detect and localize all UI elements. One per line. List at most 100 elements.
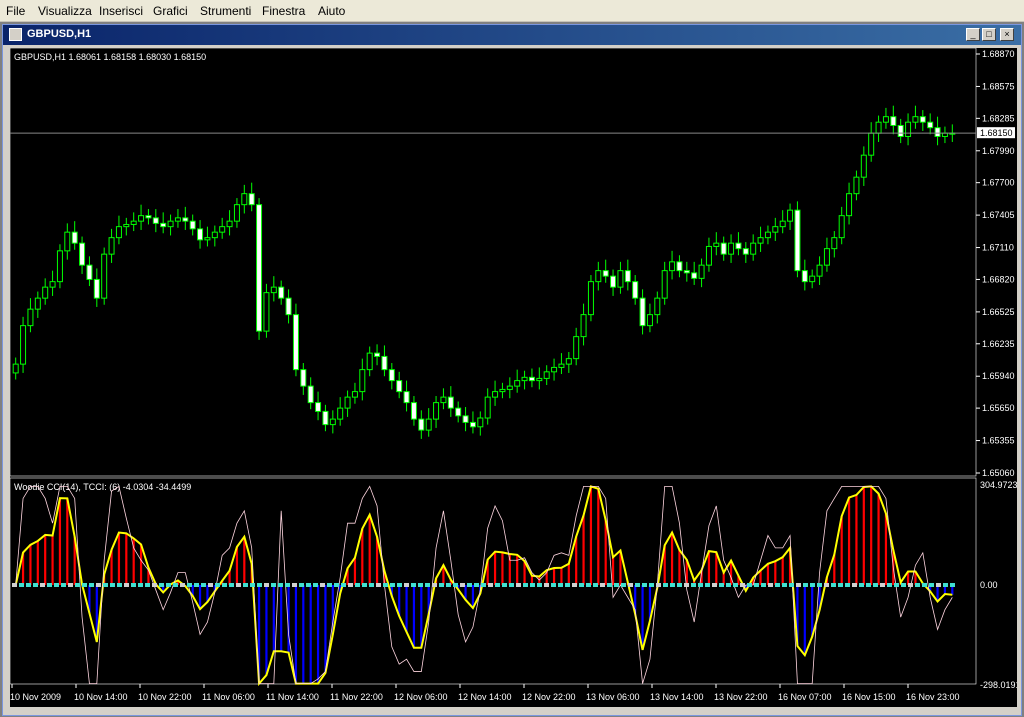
candle-body: [20, 325, 27, 365]
candle-body: [573, 336, 580, 360]
current-price-label: 1.68150: [980, 128, 1013, 138]
candle-body: [602, 270, 609, 277]
zero-dot: [334, 583, 339, 587]
zero-dot: [467, 583, 472, 587]
time-axis-label: 11 Nov 06:00: [202, 692, 255, 702]
zero-dot: [138, 583, 143, 587]
candle-body: [809, 275, 816, 283]
time-axis-label: 11 Nov 22:00: [330, 692, 383, 702]
zero-dot: [236, 583, 241, 587]
price-axis-label: 1.67405: [982, 210, 1015, 220]
zero-dot: [215, 583, 220, 587]
zero-dot: [740, 583, 745, 587]
candle-body: [329, 418, 336, 426]
time-axis-label: 10 Nov 14:00: [74, 692, 128, 702]
zero-dot: [852, 583, 857, 587]
zero-dot: [936, 583, 941, 587]
chart-area[interactable]: GBPUSD,H1 1.68061 1.68158 1.68030 1.6815…: [9, 47, 1021, 707]
candle-body: [772, 226, 779, 233]
candle-body: [742, 248, 749, 255]
price-axis-label: 1.65940: [982, 371, 1015, 381]
zero-dot: [586, 583, 591, 587]
zero-dot: [915, 583, 920, 587]
zero-dot: [453, 583, 458, 587]
menu-inserisci[interactable]: Inserisci: [99, 4, 143, 18]
price-axis-label: 1.67110: [982, 243, 1014, 253]
menu-grafici[interactable]: Grafici: [153, 4, 188, 18]
candle-body: [934, 127, 941, 137]
candle-body: [374, 352, 381, 357]
candle-body: [639, 297, 646, 327]
zero-dot: [397, 583, 402, 587]
candle-body: [56, 250, 63, 283]
zero-dot: [201, 583, 206, 587]
zero-dot: [537, 583, 542, 587]
zero-dot: [390, 583, 395, 587]
zero-dot: [173, 583, 178, 587]
time-axis-label: 12 Nov 14:00: [458, 692, 512, 702]
zero-dot: [33, 583, 38, 587]
zero-dot: [579, 583, 584, 587]
chart-titlebar[interactable]: GBPUSD,H1 _ □ ×: [3, 25, 1021, 45]
zero-dot: [271, 583, 276, 587]
candle-body: [160, 222, 167, 228]
zero-dot: [824, 583, 829, 587]
zero-dot: [383, 583, 388, 587]
zero-dot: [593, 583, 598, 587]
candle-body: [278, 286, 285, 299]
candle-body: [425, 418, 432, 431]
candle-body: [919, 116, 926, 123]
menu-file[interactable]: File: [6, 4, 25, 18]
zero-dot: [782, 583, 787, 587]
zero-dot: [691, 583, 696, 587]
candle-body: [580, 314, 587, 338]
zero-dot: [299, 583, 304, 587]
time-axis-label: 10 Nov 2009: [10, 692, 61, 702]
close-button[interactable]: ×: [1000, 28, 1014, 41]
candle-body: [189, 220, 196, 230]
chart-svg[interactable]: GBPUSD,H1 1.68061 1.68158 1.68030 1.6815…: [9, 47, 1021, 707]
candle-body: [912, 116, 919, 123]
zero-dot: [313, 583, 318, 587]
zero-dot: [47, 583, 52, 587]
time-axis-label: 13 Nov 14:00: [650, 692, 704, 702]
candle-body: [514, 380, 521, 387]
price-pane-frame: [9, 47, 977, 477]
candle-body: [823, 248, 830, 266]
zero-dot: [124, 583, 129, 587]
minimize-button[interactable]: _: [966, 28, 980, 41]
zero-dot: [614, 583, 619, 587]
zero-dot: [411, 583, 416, 587]
candle-body: [440, 396, 447, 404]
candle-body: [241, 193, 248, 206]
candle-body: [595, 270, 602, 283]
candle-body: [248, 193, 255, 206]
candle-body: [115, 226, 122, 239]
menu-visualizza[interactable]: Visualizza: [38, 4, 92, 18]
candle-body: [654, 297, 661, 316]
zero-dot: [845, 583, 850, 587]
candle-body: [197, 228, 204, 241]
chart-window-icon[interactable]: [9, 28, 22, 41]
candle-body: [381, 355, 388, 371]
zero-dot: [621, 583, 626, 587]
candle-body: [669, 261, 676, 272]
candle-body: [49, 281, 56, 288]
zero-dot: [754, 583, 759, 587]
menu-aiuto[interactable]: Aiuto: [318, 4, 345, 18]
maximize-button[interactable]: □: [982, 28, 996, 41]
candle-body: [897, 124, 904, 137]
candle-body: [890, 116, 897, 126]
zero-dot: [887, 583, 892, 587]
indicator-axis-zero: 0.00: [980, 580, 998, 590]
menu-strumenti[interactable]: Strumenti: [200, 4, 251, 18]
menu-finestra[interactable]: Finestra: [262, 4, 305, 18]
candle-body: [831, 237, 838, 250]
time-axis-label: 16 Nov 15:00: [842, 692, 896, 702]
zero-dot: [439, 583, 444, 587]
zero-dot: [257, 583, 262, 587]
zero-dot: [166, 583, 171, 587]
candle-body: [462, 415, 469, 423]
zero-dot: [607, 583, 612, 587]
candle-body: [492, 391, 499, 398]
